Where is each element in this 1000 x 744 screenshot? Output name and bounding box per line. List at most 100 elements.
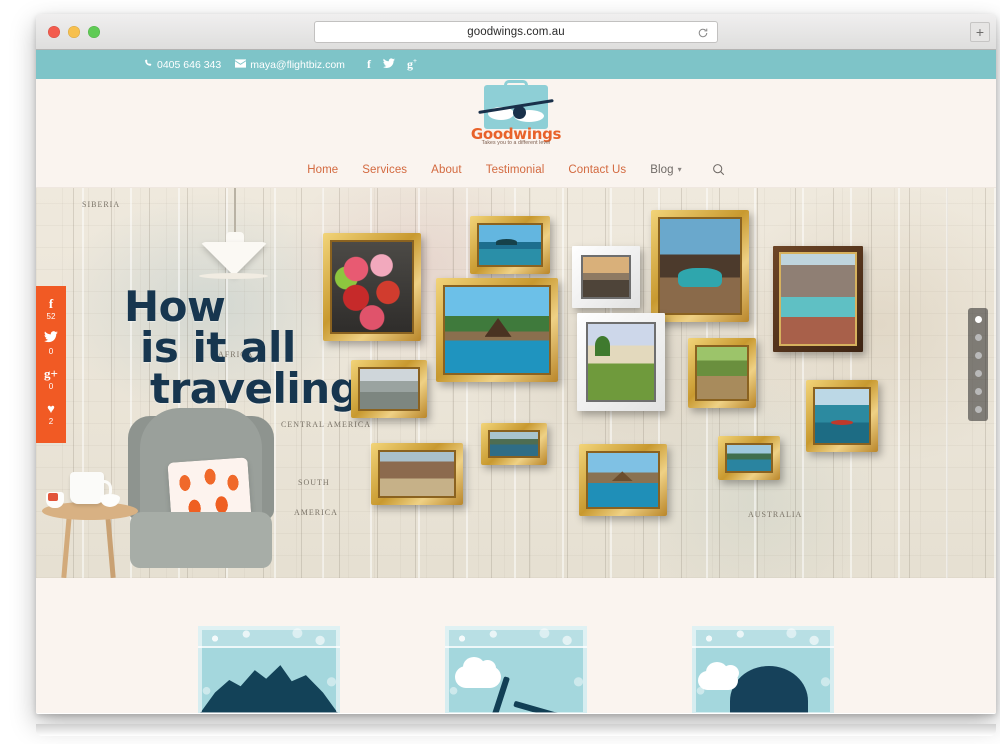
map-label-central-america: CENTRAL AMERICA <box>281 420 372 429</box>
facebook-count: 52 <box>46 312 56 321</box>
photo-palm-resort <box>588 324 654 400</box>
nav-item-contact-us[interactable]: Contact Us <box>568 164 626 176</box>
slider-dot-3[interactable] <box>974 352 982 359</box>
email-contact[interactable]: maya@flightbiz.com <box>235 59 345 71</box>
chevron-down-icon: ▾ <box>677 165 682 174</box>
card-mountain[interactable] <box>198 626 340 713</box>
browser-chrome: goodwings.com.au + <box>36 14 996 50</box>
side-table <box>42 472 138 578</box>
teapot <box>70 472 112 504</box>
frame-overwater-pier[interactable] <box>579 444 667 516</box>
close-window-button[interactable] <box>48 26 60 38</box>
photo-harbor-boats <box>490 432 538 456</box>
photo-kayakers <box>815 389 869 443</box>
frame-village-street[interactable] <box>351 360 427 418</box>
site-logo-band: Goodwings Takes you to a different level <box>36 79 996 152</box>
card-edge <box>692 626 834 713</box>
top-contact-bar: 0405 646 343 maya@flightbiz.com f g+ <box>36 50 996 79</box>
nav-item-testimonial[interactable]: Testimonial <box>486 164 545 176</box>
slider-dot-1[interactable] <box>974 316 982 323</box>
card-edge <box>198 626 340 713</box>
address-bar[interactable]: goodwings.com.au <box>314 21 718 43</box>
phone-contact[interactable]: 0405 646 343 <box>144 59 221 71</box>
share-twitter[interactable]: 0 <box>44 330 58 357</box>
share-facebook[interactable]: f 52 <box>47 295 56 322</box>
photo-sunset-shore <box>583 257 629 297</box>
propeller-hub-icon <box>513 105 526 119</box>
pendant-lamp-shade <box>200 242 268 276</box>
frame-lagoon-boat[interactable] <box>718 436 780 480</box>
page-viewport: 0405 646 343 maya@flightbiz.com f g+ Goo… <box>36 50 996 713</box>
frame-jungle-trek[interactable] <box>688 338 756 408</box>
nav-item-blog-label: Blog <box>650 163 674 176</box>
browser-window: goodwings.com.au + 0405 646 343 maya@fli… <box>36 14 996 714</box>
frame-fruit-market[interactable] <box>323 233 421 341</box>
phone-number: 0405 646 343 <box>157 58 222 71</box>
social-share-rail: f 52 0 g+ 0 ♥ 2 <box>36 286 66 443</box>
twitter-icon <box>44 330 58 347</box>
card-airplane[interactable] <box>445 626 587 713</box>
facebook-icon[interactable]: f <box>367 57 371 72</box>
reload-icon[interactable] <box>697 26 709 38</box>
photo-jungle-trek <box>697 347 747 399</box>
brand-tagline: Takes you to a different level <box>481 139 551 146</box>
hero-headline-line3: traveling? <box>150 364 384 414</box>
frame-desert-canyon[interactable] <box>371 443 463 505</box>
facebook-icon: f <box>48 296 54 311</box>
photo-sydney-hammock <box>660 219 740 313</box>
photo-coastal-city <box>781 254 855 344</box>
site-logo[interactable]: Goodwings Takes you to a different level <box>470 79 562 147</box>
window-controls <box>48 26 100 38</box>
feature-cards <box>36 626 996 713</box>
search-icon[interactable] <box>712 163 725 176</box>
side-table-leg-right <box>105 515 116 578</box>
wingback-armchair <box>126 408 276 578</box>
heart-icon: ♥ <box>47 401 55 416</box>
nav-item-services[interactable]: Services <box>362 164 407 176</box>
like-count: 2 <box>48 417 54 426</box>
new-tab-button[interactable]: + <box>970 22 990 42</box>
photo-village-street <box>360 369 418 409</box>
phone-icon <box>144 59 153 71</box>
map-label-america: AMERICA <box>294 508 338 517</box>
nav-item-blog[interactable]: Blog ▾ <box>650 164 682 176</box>
frame-kayakers[interactable] <box>806 380 878 452</box>
email-address: maya@flightbiz.com <box>250 58 345 71</box>
share-google-plus[interactable]: g+ 0 <box>44 365 58 392</box>
features-section <box>36 578 996 713</box>
slider-dot-2[interactable] <box>974 334 982 341</box>
zoom-window-button[interactable] <box>88 26 100 38</box>
share-like[interactable]: ♥ 2 <box>47 400 55 427</box>
frame-palm-resort[interactable] <box>577 313 665 411</box>
main-navigation: Home Services About Testimonial Contact … <box>36 152 996 188</box>
map-label-australia: AUSTRALIA <box>748 510 803 519</box>
twitter-count: 0 <box>48 347 54 356</box>
window-bottom-shadow <box>36 724 996 736</box>
frame-tropical-island[interactable] <box>470 216 550 274</box>
minimize-window-button[interactable] <box>68 26 80 38</box>
card-island[interactable] <box>692 626 834 713</box>
google-plus-icon[interactable]: g+ <box>407 57 417 72</box>
envelope-icon <box>235 59 247 71</box>
photo-beach-hut-bay <box>445 287 549 373</box>
slider-dot-6[interactable] <box>974 406 982 413</box>
photo-overwater-pier <box>588 453 658 507</box>
google-plus-count: 0 <box>48 382 54 391</box>
side-table-leg-left <box>61 515 72 578</box>
topbar-social-links: f g+ <box>367 57 417 72</box>
frame-beach-hut-bay[interactable] <box>436 278 558 382</box>
photo-tropical-island <box>479 225 541 265</box>
frame-harbor-boats[interactable] <box>481 423 547 465</box>
nav-item-home[interactable]: Home <box>307 164 338 176</box>
nav-item-about[interactable]: About <box>431 164 462 176</box>
photo-fruit-market <box>332 242 412 332</box>
photo-desert-canyon <box>380 452 454 496</box>
slider-dot-5[interactable] <box>974 388 982 395</box>
frame-coastal-city[interactable] <box>773 246 863 352</box>
slider-pagination <box>968 308 988 421</box>
twitter-icon[interactable] <box>382 57 395 72</box>
frame-sydney-hammock[interactable] <box>651 210 749 322</box>
slider-dot-4[interactable] <box>974 370 982 377</box>
cup-accent <box>48 493 58 501</box>
frame-sunset-shore[interactable] <box>572 246 640 308</box>
